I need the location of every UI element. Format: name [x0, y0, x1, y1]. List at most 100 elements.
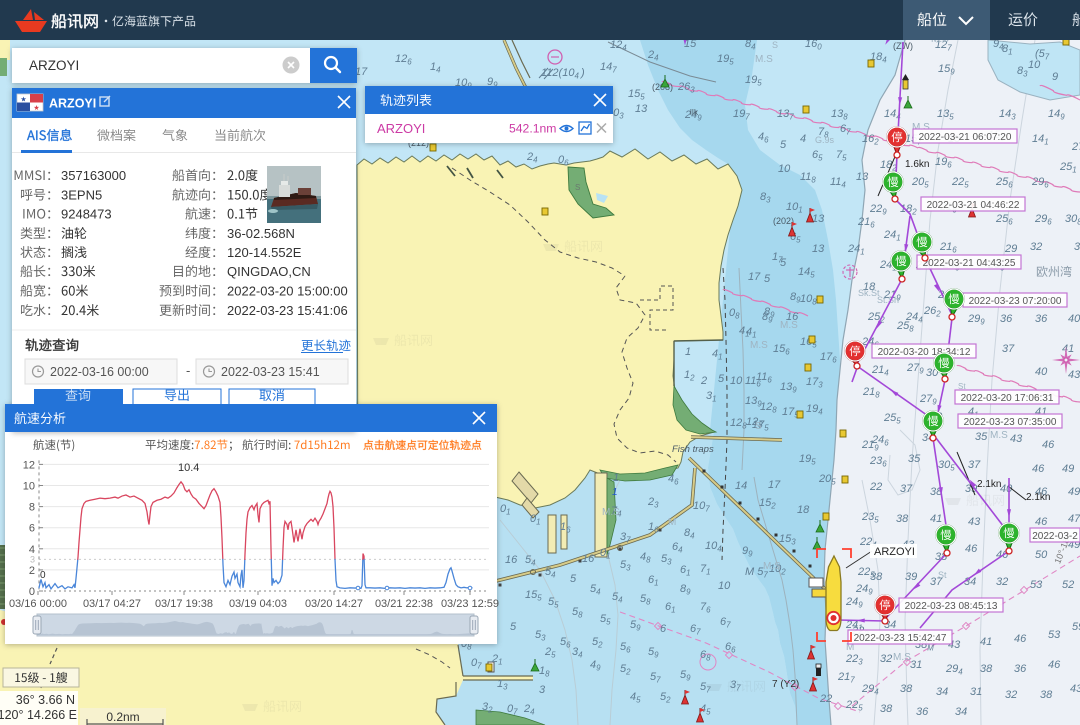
svg-text:M: M: [668, 517, 676, 528]
svg-text:QINGDAO,CN: QINGDAO,CN: [227, 264, 311, 279]
svg-text:2022-03-20 15:00:00: 2022-03-20 15:00:00: [227, 284, 348, 299]
svg-text:1: 1: [685, 346, 691, 358]
svg-text:32: 32: [996, 576, 1008, 588]
svg-text:2022-03-23 07:35:00: 2022-03-23 07:35:00: [964, 417, 1057, 428]
svg-text:14: 14: [735, 480, 747, 492]
svg-text:2022-03-23 15:41: 2022-03-23 15:41: [221, 365, 320, 379]
svg-text:0: 0: [40, 570, 46, 581]
svg-text:36: 36: [1000, 313, 1013, 325]
svg-text:13: 13: [812, 243, 825, 255]
svg-text:03/17 19:38: 03/17 19:38: [155, 598, 213, 610]
svg-text:03/16 00:00: 03/16 00:00: [9, 598, 67, 610]
svg-text:M.S: M.S: [763, 561, 781, 572]
svg-text:13: 13: [812, 213, 825, 225]
svg-text:10.4: 10.4: [178, 462, 199, 474]
svg-text:Fish traps: Fish traps: [672, 444, 714, 455]
svg-text:46: 46: [1032, 463, 1045, 475]
svg-text:03/20 14:27: 03/20 14:27: [305, 598, 363, 610]
svg-text:M.S: M.S: [755, 54, 773, 65]
svg-text:35: 35: [908, 453, 921, 465]
svg-text:St.Sh: St.Sh: [877, 295, 899, 305]
svg-text:8: 8: [29, 502, 35, 514]
svg-text:3: 3: [539, 684, 546, 696]
svg-text:5: 5: [718, 373, 725, 385]
svg-text:53: 53: [1030, 579, 1043, 591]
svg-text:0: 0: [29, 586, 35, 598]
svg-text:2022-03-2: 2022-03-2: [1032, 531, 1078, 542]
svg-text:37: 37: [968, 459, 981, 471]
svg-text:1.6kn: 1.6kn: [905, 159, 929, 170]
svg-text:2022-03-21 04:46:22: 2022-03-21 04:46:22: [927, 200, 1020, 211]
svg-text:36: 36: [916, 706, 929, 718]
svg-text:32: 32: [1030, 241, 1042, 253]
svg-text:36: 36: [1014, 663, 1027, 675]
svg-text:39: 39: [905, 571, 917, 583]
svg-text:37: 37: [1002, 343, 1015, 355]
svg-text:38: 38: [880, 703, 893, 715]
svg-text:2022-03-23 08:45:13: 2022-03-23 08:45:13: [905, 601, 998, 612]
svg-text:lIk: lIk: [690, 108, 699, 117]
svg-text:36-02.568N: 36-02.568N: [227, 226, 295, 241]
svg-text:4: 4: [800, 133, 806, 145]
svg-text:M.S: M.S: [990, 430, 1008, 441]
svg-text:10: 10: [23, 481, 35, 493]
svg-text:49: 49: [1068, 486, 1080, 498]
svg-text:273: 273: [1071, 141, 1080, 155]
svg-text:40: 40: [1035, 366, 1048, 378]
svg-text:46: 46: [1048, 659, 1061, 671]
svg-text:-: -: [186, 363, 190, 378]
svg-text:357163000: 357163000: [61, 168, 126, 183]
svg-text:22: 22: [819, 693, 832, 705]
svg-text:5: 5: [780, 257, 787, 269]
svg-text:03/17 04:27: 03/17 04:27: [83, 598, 141, 610]
svg-text:5: 5: [510, 621, 517, 633]
svg-text:13: 13: [856, 171, 869, 183]
svg-text:G.9s: G.9s: [815, 135, 835, 145]
svg-text:M.S: M.S: [750, 340, 768, 351]
svg-text:Sk.St: Sk.St: [858, 288, 880, 298]
svg-text:46: 46: [1014, 633, 1027, 645]
svg-text:43: 43: [968, 516, 981, 528]
svg-text:S: S: [772, 40, 778, 50]
svg-text:32: 32: [1005, 689, 1017, 701]
svg-text:32: 32: [880, 653, 892, 665]
svg-text:53: 53: [1048, 629, 1061, 641]
svg-text:03/19 04:03: 03/19 04:03: [229, 598, 287, 610]
svg-text:46: 46: [1035, 516, 1048, 528]
svg-text:(202): (202): [773, 216, 794, 226]
svg-text:2022-03-20 17:06:31: 2022-03-20 17:06:31: [961, 393, 1054, 404]
svg-text:38: 38: [870, 571, 883, 583]
svg-text:2022-03-23 07:20:00: 2022-03-23 07:20:00: [969, 296, 1062, 307]
svg-text:2022-03-21 04:43:25: 2022-03-21 04:43:25: [923, 258, 1016, 269]
svg-text:50: 50: [1035, 549, 1048, 561]
svg-text:35: 35: [975, 431, 988, 443]
svg-text:36: 36: [1035, 313, 1048, 325]
svg-text:38: 38: [900, 683, 913, 695]
svg-text:33: 33: [1074, 241, 1080, 253]
svg-text:2: 2: [29, 565, 35, 577]
svg-text:2022-03-16 00:00: 2022-03-16 00:00: [50, 365, 149, 379]
svg-text:43: 43: [1068, 369, 1080, 381]
svg-text:6: 6: [660, 623, 667, 635]
svg-text:2.1kn: 2.1kn: [1026, 492, 1050, 503]
svg-text:2022-03-23 15:41:06: 2022-03-23 15:41:06: [227, 303, 348, 318]
svg-text:41: 41: [980, 636, 992, 648]
svg-text:6: 6: [29, 523, 35, 535]
svg-text:M.S: M.S: [780, 320, 798, 331]
svg-text:5: 5: [780, 139, 787, 151]
svg-text:49: 49: [1062, 463, 1074, 475]
svg-text:52: 52: [1062, 579, 1074, 591]
svg-text:31: 31: [910, 659, 922, 671]
svg-text:1: 1: [613, 472, 619, 484]
svg-text:S: S: [575, 183, 580, 192]
svg-text:38: 38: [896, 513, 909, 525]
svg-text:M.S: M.S: [602, 507, 620, 518]
svg-text:10: 10: [1028, 59, 1041, 71]
svg-text:9248473: 9248473: [61, 207, 112, 222]
svg-text:29: 29: [1004, 243, 1017, 255]
svg-text:43: 43: [1010, 433, 1023, 445]
svg-text:38: 38: [1040, 689, 1053, 701]
svg-text:7 (Y2): 7 (Y2): [772, 679, 799, 690]
svg-text:2: 2: [700, 375, 707, 387]
svg-text:5: 5: [570, 573, 577, 585]
